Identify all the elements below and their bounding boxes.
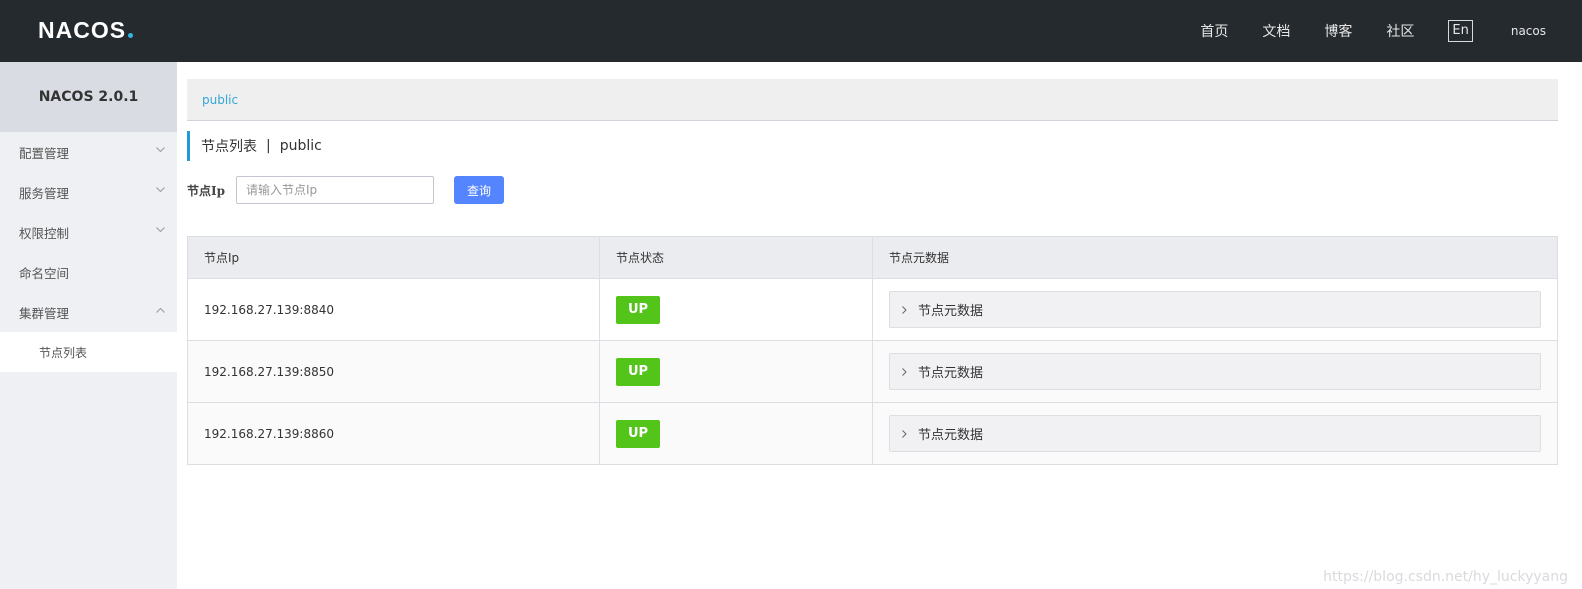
table-row: 192.168.27.139:8840 UP 节点元数据 xyxy=(188,278,1557,340)
table-body: 192.168.27.139:8840 UP 节点元数据 192.168.27.… xyxy=(188,278,1557,464)
node-metadata-cell: 节点元数据 xyxy=(873,279,1557,340)
status-badge: UP xyxy=(616,419,660,448)
watermark: https://blog.csdn.net/hy_luckyyang xyxy=(1323,569,1568,585)
node-status-cell: UP xyxy=(600,279,873,340)
namespace-link-public[interactable]: public xyxy=(202,93,238,107)
node-status-cell: UP xyxy=(600,403,873,464)
node-metadata-cell: 节点元数据 xyxy=(873,403,1557,464)
chevron-down-icon xyxy=(155,224,165,236)
user-name[interactable]: nacos xyxy=(1511,24,1546,38)
top-nav: 首页 文档 博客 社区 En nacos xyxy=(1166,0,1582,62)
metadata-expander[interactable]: 节点元数据 xyxy=(889,291,1541,328)
chevron-up-icon xyxy=(155,304,165,316)
sidebar-item-label: 集群管理 xyxy=(19,305,70,321)
node-table: 节点Ip 节点状态 节点元数据 192.168.27.139:8840 UP 节… xyxy=(187,236,1558,465)
node-status-cell: UP xyxy=(600,341,873,402)
node-ip-cell: 192.168.27.139:8840 xyxy=(188,279,600,340)
status-badge: UP xyxy=(616,295,660,324)
node-ip-cell: 192.168.27.139:8860 xyxy=(188,403,600,464)
metadata-expander[interactable]: 节点元数据 xyxy=(889,415,1541,452)
logo-dot xyxy=(128,33,134,38)
sidebar-item-label: 权限控制 xyxy=(19,225,70,241)
language-toggle-button[interactable]: En xyxy=(1448,20,1473,42)
main-content: public 节点列表 | public 节点Ip 查询 节点Ip 节点状态 节… xyxy=(187,79,1558,465)
sidebar: NACOS 2.0.1 配置管理 服务管理 权限控制 命名空间 集群管理 节点列… xyxy=(0,62,177,589)
sidebar-item-cluster-management[interactable]: 集群管理 xyxy=(0,292,177,332)
table-header-row: 节点Ip 节点状态 节点元数据 xyxy=(188,237,1557,278)
node-ip-label: 节点Ip xyxy=(187,183,226,198)
column-header-node-status: 节点状态 xyxy=(600,237,873,278)
sidebar-item-service-management[interactable]: 服务管理 xyxy=(0,172,177,212)
sidebar-header: NACOS 2.0.1 xyxy=(0,62,177,132)
chevron-down-icon xyxy=(155,144,165,156)
table-row: 192.168.27.139:8860 UP 节点元数据 xyxy=(188,402,1557,464)
page-title: 节点列表 | public xyxy=(187,131,1558,161)
sidebar-item-label: 配置管理 xyxy=(19,145,70,161)
table-header: 节点Ip 节点状态 节点元数据 xyxy=(188,237,1557,278)
metadata-label: 节点元数据 xyxy=(918,428,984,443)
metadata-label: 节点元数据 xyxy=(918,304,984,319)
search-form: 节点Ip 查询 xyxy=(187,176,1558,204)
page-title-text: 节点列表 xyxy=(201,139,257,155)
sidebar-title: NACOS 2.0.1 xyxy=(38,89,139,105)
sidebar-item-access-control[interactable]: 权限控制 xyxy=(0,212,177,252)
nav-docs-link[interactable]: 文档 xyxy=(1262,21,1290,41)
chevron-right-icon xyxy=(902,305,910,315)
table-row: 192.168.27.139:8850 UP 节点元数据 xyxy=(188,340,1557,402)
sidebar-item-label: 服务管理 xyxy=(19,185,70,201)
metadata-expander[interactable]: 节点元数据 xyxy=(889,353,1541,390)
sidebar-item-namespace[interactable]: 命名空间 xyxy=(0,252,177,292)
page-title-namespace: public xyxy=(279,138,322,154)
chevron-right-icon xyxy=(902,429,910,439)
sidebar-item-config-management[interactable]: 配置管理 xyxy=(0,132,177,172)
sidebar-item-label: 命名空间 xyxy=(19,265,70,281)
column-header-node-ip: 节点Ip xyxy=(188,237,600,278)
nav-blog-link[interactable]: 博客 xyxy=(1324,21,1352,41)
top-header: NACOS 首页 文档 博客 社区 En nacos xyxy=(0,0,1582,62)
logo-text: NACOS xyxy=(38,17,127,43)
node-ip-cell: 192.168.27.139:8850 xyxy=(188,341,600,402)
node-metadata-cell: 节点元数据 xyxy=(873,341,1557,402)
chevron-right-icon xyxy=(902,367,910,377)
page-title-separator: | xyxy=(266,138,271,154)
chevron-down-icon xyxy=(155,184,165,196)
nacos-logo[interactable]: NACOS xyxy=(38,17,134,43)
column-header-node-metadata: 节点元数据 xyxy=(889,251,950,265)
sidebar-subitem-node-list[interactable]: 节点列表 xyxy=(0,332,177,372)
status-badge: UP xyxy=(616,357,660,386)
namespace-bar: public xyxy=(187,79,1558,121)
metadata-label: 节点元数据 xyxy=(918,366,984,381)
node-ip-input[interactable] xyxy=(236,176,434,204)
nav-community-link[interactable]: 社区 xyxy=(1386,21,1414,41)
nav-home-link[interactable]: 首页 xyxy=(1200,21,1228,41)
query-button[interactable]: 查询 xyxy=(454,176,504,204)
